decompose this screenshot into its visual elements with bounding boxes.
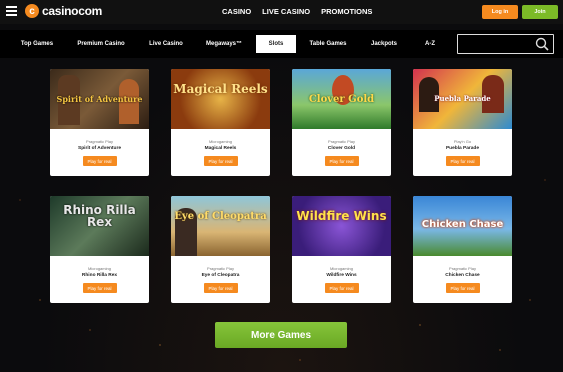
main-nav: CASINO LIVE CASINO PROMOTIONS	[222, 7, 372, 16]
tab-jackpots[interactable]: Jackpots	[366, 35, 402, 53]
play-for-real-button[interactable]: Play for real	[324, 156, 359, 166]
game-title-art: Puebla Parade	[434, 94, 491, 103]
game-provider: Microgaming	[330, 266, 353, 271]
game-name: Magical Reels	[204, 146, 237, 151]
tab-a-z[interactable]: A-Z	[418, 35, 442, 53]
play-for-real-button[interactable]: Play for real	[82, 156, 117, 166]
game-provider: Pragmatic Play	[449, 266, 476, 271]
game-thumbnail[interactable]: Chicken Chase	[413, 196, 512, 256]
play-for-real-button[interactable]: Play for real	[445, 283, 480, 293]
game-card: Eye of Cleopatra Pragmatic Play Eye of C…	[171, 196, 270, 303]
game-thumbnail[interactable]: Rhino Rilla Rex	[50, 196, 149, 256]
search-input[interactable]	[458, 37, 534, 56]
casino-logo[interactable]: c casinocom	[25, 4, 102, 18]
game-provider: Microgaming	[209, 139, 232, 144]
hamburger-menu-icon[interactable]	[6, 6, 17, 16]
logo-text: casinocom	[42, 4, 102, 18]
game-thumbnail[interactable]: Magical Reels	[171, 69, 270, 129]
game-thumbnail[interactable]: Clover Gold	[292, 69, 391, 129]
game-title-art: Wildfire Wins	[296, 209, 387, 223]
game-provider: Play'n Go	[453, 139, 472, 144]
search-box	[457, 34, 554, 56]
game-thumbnail[interactable]: Spirit of Adventure	[50, 69, 149, 129]
game-title-art: Rhino Rilla Rex	[63, 203, 136, 229]
play-for-real-button[interactable]: Play for real	[82, 283, 117, 293]
game-name: Wildfire Wins	[326, 273, 357, 278]
tab-top-games[interactable]: Top Games	[16, 35, 58, 53]
game-title-art: Spirit of Adventure	[56, 94, 143, 104]
play-for-real-button[interactable]: Play for real	[324, 283, 359, 293]
tab-table-games[interactable]: Table Games	[306, 35, 350, 53]
nav-casino[interactable]: CASINO	[222, 7, 251, 16]
logo-mark: c	[25, 4, 39, 18]
game-title-art: Clover Gold	[308, 94, 375, 105]
game-card: Magical Reels Microgaming Magical Reels …	[171, 69, 270, 176]
play-for-real-button[interactable]: Play for real	[445, 156, 480, 166]
game-title-art: Magical Reels	[173, 82, 268, 96]
nav-promotions[interactable]: PROMOTIONS	[321, 7, 372, 16]
tab-megaways[interactable]: Megaways™	[204, 35, 244, 53]
game-name: Spirit of Adventure	[78, 146, 121, 151]
game-name: Chicken Chase	[445, 273, 480, 278]
more-games-button[interactable]: More Games	[215, 322, 347, 348]
join-button[interactable]: Join	[522, 5, 558, 19]
game-provider: Pragmatic Play	[86, 139, 113, 144]
game-thumbnail[interactable]: Puebla Parade	[413, 69, 512, 129]
game-card: Clover Gold Pragmatic Play Clover Gold P…	[292, 69, 391, 176]
tab-slots[interactable]: Slots	[256, 35, 296, 53]
game-thumbnail[interactable]: Eye of Cleopatra	[171, 196, 270, 256]
game-card: Puebla Parade Play'n Go Puebla Parade Pl…	[413, 69, 512, 176]
category-bar: Top Games Premium Casino Live Casino Meg…	[0, 30, 563, 58]
login-button[interactable]: Log in	[482, 5, 518, 19]
game-name: Rhino Rilla Rex	[81, 273, 118, 278]
top-bar: c casinocom CASINO LIVE CASINO PROMOTION…	[0, 0, 563, 24]
game-title-art: Eye of Cleopatra	[174, 211, 267, 222]
game-name: Eye of Cleopatra	[201, 273, 240, 278]
search-icon[interactable]	[535, 37, 549, 51]
game-provider: Microgaming	[88, 266, 111, 271]
nav-live-casino[interactable]: LIVE CASINO	[262, 7, 310, 16]
game-name: Clover Gold	[327, 146, 356, 151]
game-card: Wildfire Wins Microgaming Wildfire Wins …	[292, 196, 391, 303]
game-provider: Pragmatic Play	[328, 139, 355, 144]
game-thumbnail[interactable]: Wildfire Wins	[292, 196, 391, 256]
game-provider: Pragmatic Play	[207, 266, 234, 271]
game-card: Chicken Chase Pragmatic Play Chicken Cha…	[413, 196, 512, 303]
game-title-art: Chicken Chase	[421, 219, 504, 230]
tab-live-casino[interactable]: Live Casino	[146, 35, 186, 53]
game-card: Spirit of Adventure Pragmatic Play Spiri…	[50, 69, 149, 176]
play-for-real-button[interactable]: Play for real	[203, 283, 238, 293]
tab-premium-casino[interactable]: Premium Casino	[75, 35, 127, 53]
game-card: Rhino Rilla Rex Microgaming Rhino Rilla …	[50, 196, 149, 303]
play-for-real-button[interactable]: Play for real	[203, 156, 238, 166]
game-name: Puebla Parade	[445, 146, 480, 151]
